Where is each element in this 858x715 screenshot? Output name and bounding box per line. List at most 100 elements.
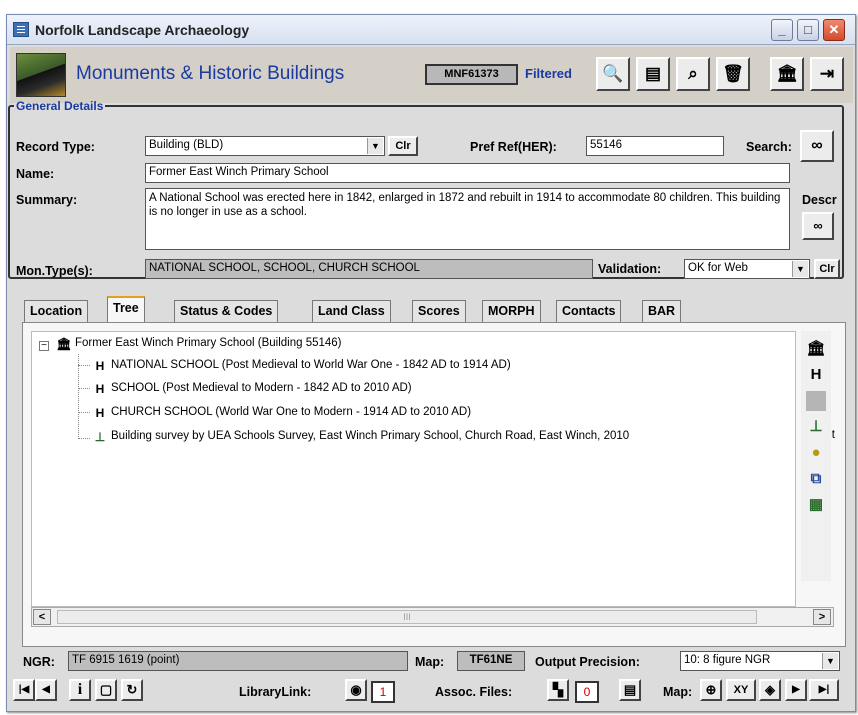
- maximize-button[interactable]: □: [797, 19, 819, 41]
- search-button[interactable]: ∞: [800, 130, 834, 162]
- validation-value: OK for Web: [688, 262, 748, 274]
- window-title: Norfolk Landscape Archaeology: [35, 22, 250, 38]
- record-type-value: Building (BLD): [149, 139, 224, 151]
- chevron-down-icon[interactable]: ▼: [792, 261, 808, 277]
- tree-item-label: SCHOOL (Post Medieval to Modern - 1842 A…: [111, 382, 412, 394]
- tab-location[interactable]: Location: [24, 300, 89, 322]
- scroll-left-button[interactable]: <: [33, 609, 51, 625]
- xy-button[interactable]: XY: [726, 679, 756, 701]
- tab-scores[interactable]: Scores: [412, 300, 466, 322]
- chevron-down-icon[interactable]: ▼: [367, 138, 383, 154]
- glasses-icon: ∞: [813, 218, 823, 233]
- horizontal-scrollbar[interactable]: < III >: [31, 607, 834, 627]
- add-file-button[interactable]: ▤: [619, 679, 641, 701]
- chevron-down-icon[interactable]: ▼: [822, 653, 838, 669]
- globe-icon: ⊕: [705, 682, 717, 697]
- tree-side-toolbar: 🏛 H ⊥ ● ⧉ ▦: [801, 331, 831, 581]
- delete-button[interactable]: 🗑: [716, 57, 750, 91]
- find-button[interactable]: ⌕: [676, 57, 710, 91]
- library-link-label: LibraryLink:: [239, 685, 312, 699]
- output-precision-value: 10: 8 figure NGR: [684, 654, 771, 666]
- name-label: Name:: [16, 167, 55, 181]
- output-precision-label: Output Precision:: [535, 655, 640, 669]
- first-record-button[interactable]: |◀: [13, 679, 35, 701]
- blank-icon[interactable]: [806, 391, 826, 411]
- ngr-bar: NGR: TF 6915 1619 (point) Map: TF61NE Ou…: [3, 650, 846, 676]
- ngr-field: TF 6915 1619 (point): [68, 651, 408, 671]
- info-button[interactable]: i: [69, 679, 91, 701]
- tree-item[interactable]: H NATIONAL SCHOOL (Post Medieval to World…: [92, 359, 511, 373]
- library-link-count: 1: [371, 681, 395, 703]
- map-label: Map:: [415, 655, 445, 669]
- summary-field[interactable]: A National School was erected here in 18…: [145, 188, 790, 250]
- tree-root[interactable]: 🏛 Former East Winch Primary School (Build…: [56, 337, 342, 351]
- coins-icon[interactable]: ●: [806, 443, 826, 463]
- event-icon: ⊥: [94, 430, 106, 444]
- validation-select[interactable]: OK for Web ▼: [684, 259, 810, 279]
- next-record-button[interactable]: ▶: [785, 679, 807, 701]
- tab-bar[interactable]: BAR: [642, 300, 682, 322]
- close-button[interactable]: ✕: [823, 19, 845, 41]
- tree-item[interactable]: ⊥ Building survey by UEA Schools Survey, …: [92, 430, 795, 444]
- output-precision-select[interactable]: 10: 8 figure NGR ▼: [680, 651, 840, 671]
- descr-button[interactable]: ∞: [802, 212, 834, 240]
- monument-type-icon: H: [95, 406, 105, 420]
- copy-icon[interactable]: ⧉: [806, 469, 826, 489]
- tree-panel: − 🏛 Former East Winch Primary School (Bui…: [22, 322, 846, 647]
- report-button[interactable]: ▤: [636, 57, 670, 91]
- tree-item[interactable]: H SCHOOL (Post Medieval to Modern - 1842 …: [92, 382, 412, 396]
- last-record-button[interactable]: ▶|: [809, 679, 839, 701]
- find-icon: ⌕: [688, 64, 698, 83]
- globe-map-button[interactable]: ⊕: [700, 679, 722, 701]
- summary-label: Summary:: [16, 193, 78, 207]
- add-file-icon: ▤: [623, 682, 637, 697]
- document-button[interactable]: ▢: [95, 679, 117, 701]
- layers-icon: ◈: [765, 682, 775, 697]
- tree-root-label: Former East Winch Primary School (Buildi…: [75, 337, 342, 349]
- record-type-clear-button[interactable]: Clr: [388, 136, 418, 156]
- record-type-label: Record Type:: [16, 140, 95, 154]
- map-sheet-field: TF61NE: [457, 651, 525, 671]
- delete-icon: 🗑: [722, 64, 744, 83]
- collapse-icon[interactable]: −: [39, 341, 49, 351]
- building-icon[interactable]: 🏛: [806, 339, 826, 359]
- record-type-select[interactable]: Building (BLD) ▼: [145, 136, 385, 156]
- previous-record-button[interactable]: ◀: [35, 679, 57, 701]
- preview-button[interactable]: 🔍: [596, 57, 630, 91]
- binoculars-icon: ∞: [811, 137, 823, 154]
- pref-ref-label: Pref Ref(HER):: [470, 140, 557, 154]
- files-icon: ▚: [553, 682, 563, 697]
- form-header: Monuments & Historic Buildings MNF61373 …: [10, 47, 853, 103]
- scroll-thumb[interactable]: III: [57, 610, 757, 624]
- refresh-button[interactable]: ↻: [121, 679, 143, 701]
- tab-morph[interactable]: MORPH: [482, 300, 541, 322]
- record-tree[interactable]: − 🏛 Former East Winch Primary School (Bui…: [31, 331, 796, 607]
- building-button[interactable]: 🏛: [770, 57, 804, 91]
- map-layers-button[interactable]: ◈: [759, 679, 781, 701]
- library-link-button[interactable]: ◉: [345, 679, 367, 701]
- monument-type-icon[interactable]: H: [806, 365, 826, 385]
- assoc-files-button[interactable]: ▚: [547, 679, 569, 701]
- app-icon: [13, 22, 29, 37]
- search-label: Search:: [746, 140, 792, 154]
- exit-icon: ⇥: [819, 64, 835, 83]
- map-layer-icon[interactable]: ▦: [806, 495, 826, 515]
- tree-item-label: Building survey by UEA Schools Survey, E…: [111, 430, 630, 442]
- minimize-button[interactable]: _: [771, 19, 793, 41]
- event-icon[interactable]: ⊥: [806, 417, 826, 437]
- exit-button[interactable]: ⇥: [810, 57, 844, 91]
- validation-clear-button[interactable]: Clr: [814, 259, 840, 279]
- pref-ref-field[interactable]: 55146: [586, 136, 724, 156]
- tree-item-label: NATIONAL SCHOOL (Post Medieval to World …: [111, 359, 511, 371]
- preview-icon: 🔍: [602, 64, 624, 83]
- tab-land-class[interactable]: Land Class: [312, 300, 391, 322]
- tab-tree[interactable]: Tree: [107, 296, 145, 323]
- mon-types-field: NATIONAL SCHOOL, SCHOOL, CHURCH SCHOOL: [145, 259, 593, 279]
- tree-item[interactable]: H CHURCH SCHOOL (World War One to Modern …: [92, 406, 471, 420]
- nla-logo: [16, 53, 66, 97]
- tab-status-codes[interactable]: Status & Codes: [174, 300, 279, 322]
- tab-contacts[interactable]: Contacts: [556, 300, 622, 322]
- name-field[interactable]: Former East Winch Primary School: [145, 163, 790, 183]
- scroll-right-button[interactable]: >: [813, 609, 831, 625]
- map-tools-label: Map:: [663, 685, 693, 699]
